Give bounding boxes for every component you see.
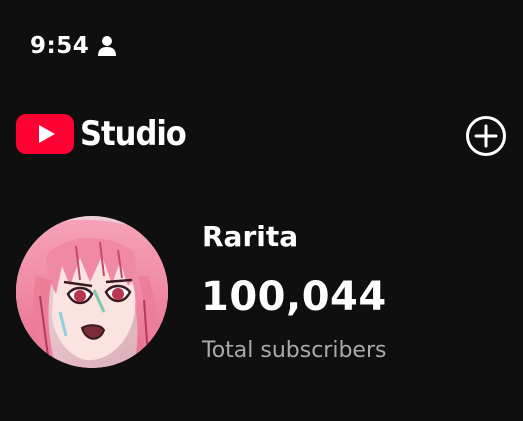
- status-time: 9:54: [30, 33, 90, 59]
- plus-circle-icon: [465, 115, 507, 160]
- youtube-logo-icon: [16, 114, 74, 154]
- create-button[interactable]: [464, 115, 508, 159]
- studio-logo[interactable]: Studio: [16, 111, 187, 157]
- channel-avatar[interactable]: [16, 216, 168, 368]
- app-name: Studio: [80, 114, 187, 154]
- studio-screen: 9:54 Studio Rarita 100,044 Total subscri…: [0, 0, 523, 421]
- channel-summary: Rarita 100,044 Total subscribers: [0, 212, 523, 382]
- subscriber-count: 100,044: [201, 274, 387, 320]
- person-icon: [97, 35, 117, 57]
- subscriber-label: Total subscribers: [202, 338, 387, 363]
- status-bar: 9:54: [30, 28, 117, 64]
- app-header: Studio: [0, 108, 523, 160]
- channel-name: Rarita: [202, 220, 299, 253]
